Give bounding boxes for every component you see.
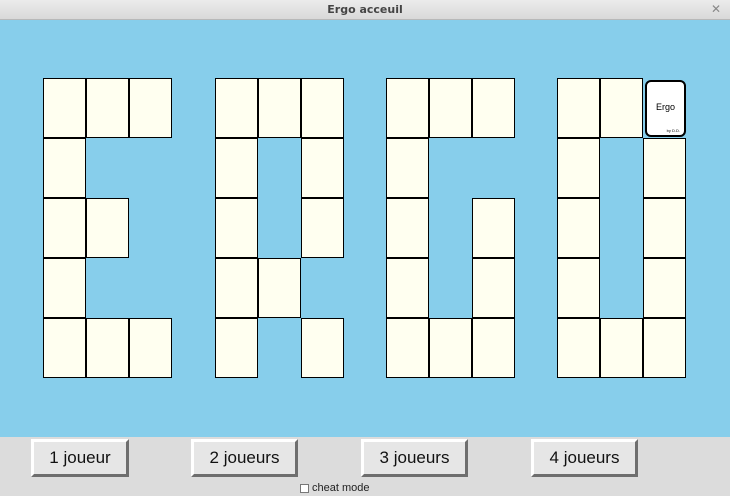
tile-e-0-0: [43, 78, 86, 138]
tile-o-1-2: [643, 138, 686, 198]
tile-e-2-0: [43, 198, 86, 258]
four-players-button[interactable]: 4 joueurs: [531, 439, 638, 477]
tile-o-0-1: [600, 78, 643, 138]
ergo-card[interactable]: Ergo by D.D.: [645, 80, 686, 137]
cheat-mode-checkbox[interactable]: [300, 483, 309, 493]
tile-o-0-0: [557, 78, 600, 138]
card-subtitle: by D.D.: [666, 128, 680, 133]
tile-e-2-1: [86, 198, 129, 258]
three-players-button[interactable]: 3 joueurs: [361, 439, 468, 477]
tile-r-2-0: [215, 198, 258, 258]
tile-e-4-2: [129, 318, 172, 378]
one-player-button[interactable]: 1 joueur: [31, 439, 129, 477]
tile-o-4-2: [643, 318, 686, 378]
tile-o-3-2: [643, 258, 686, 318]
tile-o-2-2: [643, 198, 686, 258]
tile-g-0-0: [386, 78, 429, 138]
two-players-button[interactable]: 2 joueurs: [191, 439, 298, 477]
tile-o-3-0: [557, 258, 600, 318]
tile-r-0-2: [301, 78, 344, 138]
tile-r-3-1: [258, 258, 301, 318]
tile-g-2-2: [472, 198, 515, 258]
tile-g-1-0: [386, 138, 429, 198]
tile-g-2-0: [386, 198, 429, 258]
card-title: Ergo: [655, 102, 675, 112]
tile-e-3-0: [43, 258, 86, 318]
tile-e-4-0: [43, 318, 86, 378]
tile-o-4-1: [600, 318, 643, 378]
close-icon[interactable]: ✕: [711, 2, 721, 16]
window-title: Ergo acceuil: [327, 3, 403, 16]
tile-r-2-2: [301, 198, 344, 258]
tile-o-2-0: [557, 198, 600, 258]
tile-o-4-0: [557, 318, 600, 378]
tile-g-3-2: [472, 258, 515, 318]
tile-r-1-0: [215, 138, 258, 198]
title-bar: Ergo acceuil ✕: [0, 0, 730, 20]
tile-e-0-2: [129, 78, 172, 138]
tile-r-0-0: [215, 78, 258, 138]
tile-g-3-0: [386, 258, 429, 318]
tile-g-0-2: [472, 78, 515, 138]
tile-o-1-0: [557, 138, 600, 198]
tile-g-4-0: [386, 318, 429, 378]
tile-r-0-1: [258, 78, 301, 138]
tile-e-0-1: [86, 78, 129, 138]
tile-g-0-1: [429, 78, 472, 138]
tile-g-4-2: [472, 318, 515, 378]
tile-e-4-1: [86, 318, 129, 378]
tile-r-3-0: [215, 258, 258, 318]
cheat-mode-label: cheat mode: [312, 482, 370, 494]
tile-g-4-1: [429, 318, 472, 378]
tile-r-1-2: [301, 138, 344, 198]
cheat-mode-toggle[interactable]: cheat mode: [300, 481, 369, 495]
game-board: [0, 20, 730, 437]
tile-r-4-0: [215, 318, 258, 378]
tile-r-4-2: [301, 318, 344, 378]
tile-e-1-0: [43, 138, 86, 198]
